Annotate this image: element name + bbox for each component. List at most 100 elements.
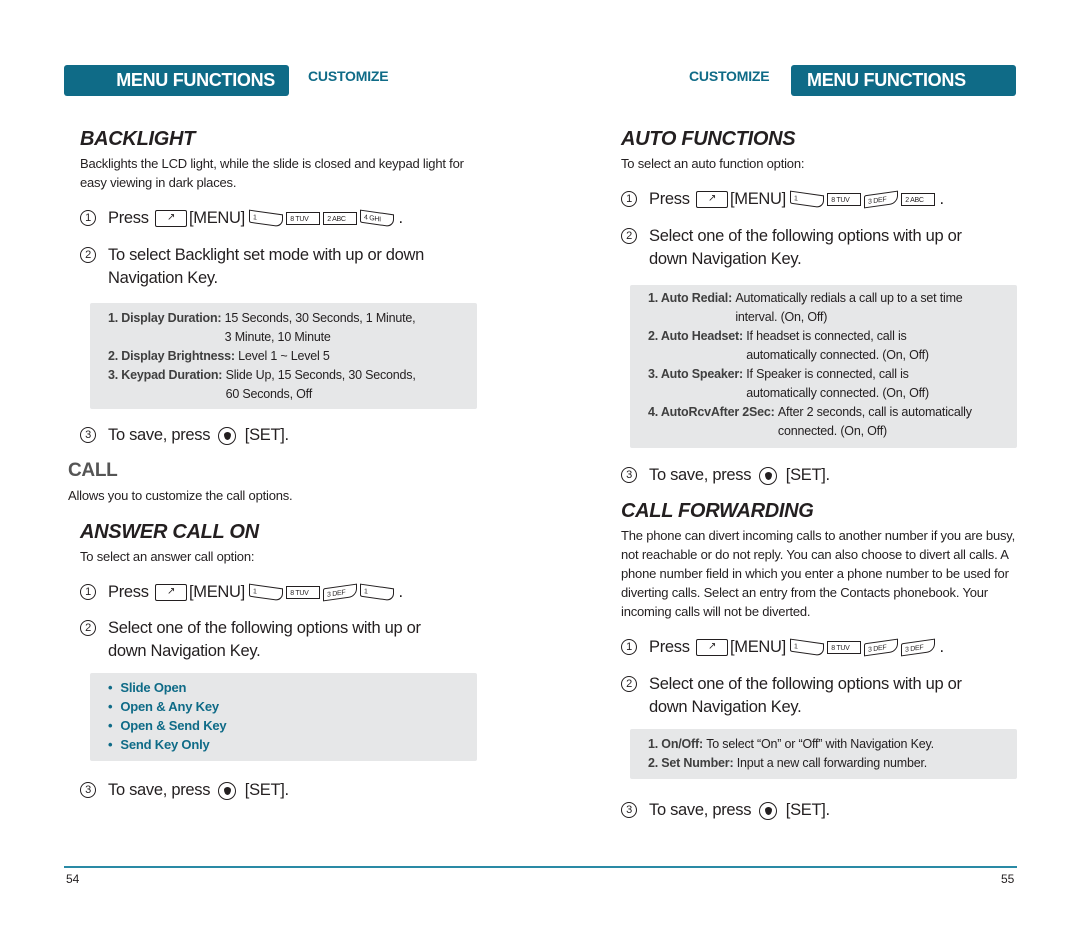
header-section-customize: CUSTOMIZE — [689, 68, 770, 84]
step-text: Select one of the following options with… — [649, 227, 962, 268]
call-description: Allows you to customize the call options… — [68, 488, 293, 503]
answer-call-on-title: ANSWER CALL ON — [80, 521, 259, 543]
backlight-options-box: 1. Display Duration: 15 Seconds, 30 Seco… — [90, 303, 477, 409]
option-value: Input a new call forwarding number. — [736, 756, 928, 770]
option-label: 3. Keypad Duration: — [108, 368, 223, 382]
step-text: To save, press — [108, 426, 211, 444]
auto-step-1: 1 Press ↗ [MENU] 1 8 TUV 3 DEF 2 ABC . — [621, 188, 944, 211]
auto-options-box: 1. Auto Redial: Automatically redials a … — [630, 285, 1017, 448]
left-softkey-icon: ↗ — [695, 639, 728, 657]
step-number: 2 — [621, 228, 637, 244]
auto-step-3: 3 To save, press [SET]. — [621, 464, 830, 487]
key-8-icon: 8 TUV — [286, 586, 321, 600]
menu-label: [MENU] — [188, 209, 245, 227]
step-number: 3 — [80, 782, 96, 798]
step-number: 1 — [80, 584, 96, 600]
set-key-icon — [759, 801, 778, 820]
option-row: 1. On/Off: To select “On” or “Off” with … — [648, 735, 1017, 754]
header-tab-menu-functions: MENU FUNCTIONS — [791, 65, 1016, 96]
step-number: 2 — [621, 676, 637, 692]
answer-step-3: 3 To save, press [SET]. — [80, 779, 289, 802]
answer-options-list: Slide Open Open & Any Key Open & Send Ke… — [108, 678, 477, 754]
option-label: 1. On/Off: — [648, 737, 703, 751]
step-text: Press — [649, 638, 690, 656]
auto-functions-title: AUTO FUNCTIONS — [621, 128, 796, 150]
key-8-icon: 8 TUV — [827, 193, 862, 207]
header-tab-menu-functions: MENU FUNCTIONS — [64, 65, 289, 96]
menu-label: [MENU] — [188, 583, 245, 601]
option-row: 3. Auto Speaker: If Speaker is connected… — [648, 365, 1017, 403]
key-8-icon: 8 TUV — [827, 641, 862, 655]
header-section-customize: CUSTOMIZE — [308, 68, 389, 84]
auto-functions-description: To select an auto function option: — [621, 156, 805, 171]
option-value: Automatically redials a call up to a set… — [735, 291, 963, 324]
menu-label: [MENU] — [729, 190, 786, 208]
set-label: [SET]. — [244, 781, 289, 799]
set-label: [SET]. — [785, 466, 830, 484]
key-1-icon: 1 — [360, 583, 395, 602]
option-value: To select “On” or “Off” with Navigation … — [706, 737, 934, 751]
step-number: 1 — [621, 191, 637, 207]
key-3-icon: 3 DEF — [864, 638, 899, 657]
backlight-description: Backlights the LCD light, while the slid… — [80, 156, 464, 190]
step-number: 3 — [80, 427, 96, 443]
left-page: MENU FUNCTIONS CUSTOMIZE BACKLIGHT Backl… — [0, 0, 540, 932]
answer-option: Slide Open — [108, 678, 477, 697]
option-label: 4. AutoRcvAfter 2Sec: — [648, 405, 775, 419]
option-value: Level 1 ~ Level 5 — [238, 349, 330, 363]
menu-label: [MENU] — [729, 638, 786, 656]
page-number: 54 — [66, 872, 80, 886]
step-number: 2 — [80, 247, 96, 263]
key-1-icon: 1 — [790, 190, 825, 209]
forwarding-step-3: 3 To save, press [SET]. — [621, 799, 830, 822]
step-text: Select one of the following options with… — [108, 619, 421, 660]
page-number: 55 — [1001, 872, 1015, 886]
key-1-icon: 1 — [790, 638, 825, 657]
option-value: If headset is connected, call is automat… — [746, 329, 929, 362]
option-label: 1. Display Duration: — [108, 311, 222, 325]
left-softkey-icon: ↗ — [154, 584, 187, 602]
option-label: 2. Set Number: — [648, 756, 734, 770]
call-title: CALL — [68, 460, 118, 481]
set-label: [SET]. — [244, 426, 289, 444]
option-row: 3. Keypad Duration: Slide Up, 15 Seconds… — [108, 366, 477, 404]
forwarding-step-2: 2 Select one of the following options wi… — [621, 673, 1001, 719]
option-value: 15 Seconds, 30 Seconds, 1 Minute, 3 Minu… — [224, 311, 416, 344]
forwarding-step-1: 1 Press ↗ [MENU] 1 8 TUV 3 DEF 3 DEF . — [621, 636, 944, 659]
option-row: 2. Auto Headset: If headset is connected… — [648, 327, 1017, 365]
key-4-icon: 4 GHI — [360, 209, 395, 228]
option-row: 2. Set Number: Input a new call forwardi… — [648, 754, 1017, 773]
set-key-icon — [759, 466, 778, 485]
step-text: Select one of the following options with… — [649, 675, 962, 716]
key-8-icon: 8 TUV — [286, 212, 321, 226]
set-label: [SET]. — [785, 801, 830, 819]
right-page: CUSTOMIZE MENU FUNCTIONS AUTO FUNCTIONS … — [540, 0, 1080, 932]
step-text: Press — [108, 583, 149, 601]
step-number: 2 — [80, 620, 96, 636]
key-2-icon: 2 ABC — [323, 212, 358, 226]
left-softkey-icon: ↗ — [695, 191, 728, 209]
backlight-title: BACKLIGHT — [80, 128, 196, 150]
answer-step-1: 1 Press ↗ [MENU] 1 8 TUV 3 DEF 1 . — [80, 581, 403, 604]
step-number: 3 — [621, 467, 637, 483]
answer-step-2: 2 Select one of the following options wi… — [80, 617, 460, 663]
option-row: 2. Display Brightness: Level 1 ~ Level 5 — [108, 347, 477, 366]
set-key-icon — [218, 426, 237, 445]
step-text: To save, press — [649, 466, 752, 484]
call-forwarding-description: The phone can divert incoming calls to a… — [621, 528, 1016, 619]
key-3-icon: 3 DEF — [323, 583, 358, 602]
step-text: To save, press — [649, 801, 752, 819]
set-key-icon — [218, 781, 237, 800]
option-label: 1. Auto Redial: — [648, 291, 733, 305]
step-number: 1 — [621, 639, 637, 655]
backlight-step-1: 1 Press ↗ [MENU] 1 8 TUV 2 ABC 4 GHI . — [80, 207, 403, 230]
step-text: Press — [649, 190, 690, 208]
key-3-icon: 3 DEF — [901, 638, 936, 657]
key-1-icon: 1 — [249, 209, 284, 228]
step-text: Press — [108, 209, 149, 227]
key-1-icon: 1 — [249, 583, 284, 602]
option-value: Slide Up, 15 Seconds, 30 Seconds, 60 Sec… — [225, 368, 416, 401]
auto-step-2: 2 Select one of the following options wi… — [621, 225, 1001, 271]
answer-options-box: Slide Open Open & Any Key Open & Send Ke… — [90, 673, 477, 761]
forwarding-options-box: 1. On/Off: To select “On” or “Off” with … — [630, 729, 1017, 779]
